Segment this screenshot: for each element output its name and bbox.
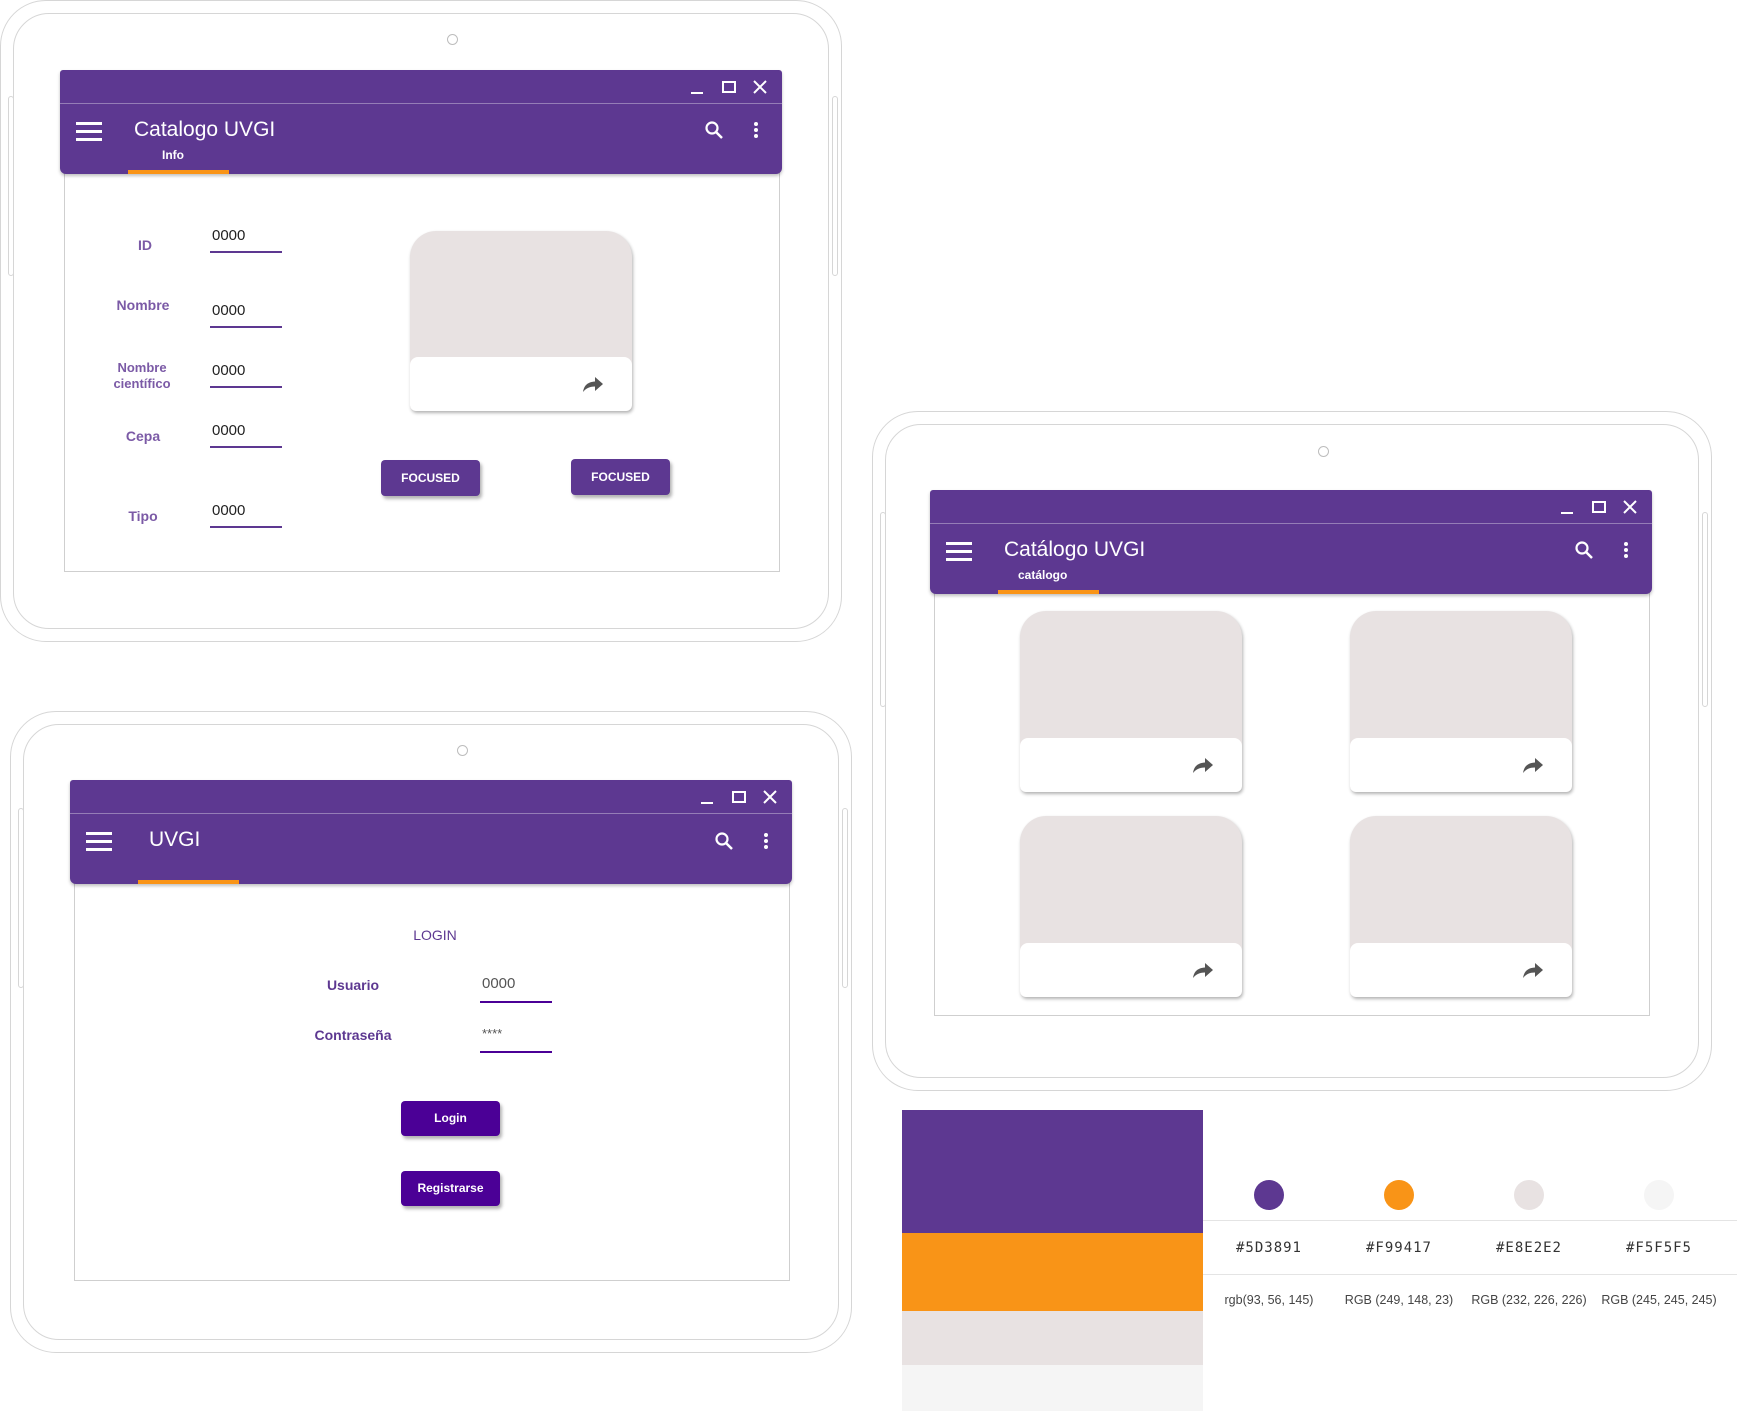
focused-button-1[interactable]: FOCUSED bbox=[381, 460, 480, 496]
maximize-icon[interactable] bbox=[1590, 498, 1608, 516]
register-button[interactable]: Registrarse bbox=[401, 1171, 500, 1206]
card-action-bar bbox=[1020, 943, 1242, 997]
palette-divider bbox=[1203, 1220, 1737, 1221]
search-icon[interactable] bbox=[714, 831, 734, 851]
tablet-side-button bbox=[842, 808, 848, 988]
palette-swatch-orange bbox=[902, 1233, 1203, 1311]
tipo-field[interactable]: 0000 bbox=[210, 502, 282, 528]
contrasena-field[interactable]: **** bbox=[480, 1026, 552, 1053]
close-icon[interactable] bbox=[1621, 498, 1639, 516]
catalog-card-3[interactable] bbox=[1020, 816, 1242, 997]
share-icon[interactable] bbox=[1522, 961, 1544, 979]
hex-code-orange: #F99417 bbox=[1365, 1240, 1432, 1256]
share-icon[interactable] bbox=[1192, 756, 1214, 774]
camera bbox=[457, 745, 468, 756]
tablet-side-button bbox=[8, 96, 14, 276]
title-bar-separator bbox=[930, 523, 1652, 524]
hex-code-gray: #E8E2E2 bbox=[1495, 1240, 1562, 1256]
focused-button-2[interactable]: FOCUSED bbox=[571, 459, 670, 495]
tab-indicator bbox=[998, 590, 1099, 594]
image-card[interactable] bbox=[410, 231, 632, 411]
camera bbox=[1318, 446, 1329, 457]
more-vert-icon[interactable] bbox=[756, 831, 776, 851]
maximize-icon[interactable] bbox=[730, 788, 748, 806]
field-label-cepa: Cepa bbox=[125, 428, 161, 444]
id-field[interactable]: 0000 bbox=[210, 227, 282, 253]
tab-catalogo[interactable]: catálogo bbox=[1018, 568, 1067, 582]
search-icon[interactable] bbox=[1574, 540, 1594, 560]
tablet-side-button bbox=[880, 512, 886, 707]
card-action-bar bbox=[410, 357, 632, 411]
palette-divider bbox=[1203, 1274, 1737, 1275]
field-label-tipo: Tipo bbox=[128, 508, 158, 524]
app-title: Catalogo UVGI bbox=[134, 118, 276, 141]
catalog-card-2[interactable] bbox=[1350, 611, 1572, 792]
app-title: UVGI bbox=[149, 828, 201, 851]
tab-info[interactable]: Info bbox=[162, 148, 184, 162]
app-title: Catálogo UVGI bbox=[1004, 538, 1146, 561]
field-label-nombre: Nombre bbox=[116, 297, 170, 313]
app-bar-login: UVGI bbox=[70, 780, 792, 884]
card-action-bar bbox=[1350, 738, 1572, 792]
catalog-card-1[interactable] bbox=[1020, 611, 1242, 792]
maximize-icon[interactable] bbox=[720, 78, 738, 96]
color-dot-light bbox=[1644, 1180, 1674, 1210]
palette-swatch-purple bbox=[902, 1110, 1203, 1233]
minimize-icon[interactable] bbox=[698, 788, 716, 806]
catalog-card-4[interactable] bbox=[1350, 816, 1572, 997]
title-bar-separator bbox=[70, 813, 792, 814]
rgb-value-gray: RGB (232, 226, 226) bbox=[1471, 1293, 1587, 1307]
card-action-bar bbox=[1350, 943, 1572, 997]
nombre-field[interactable]: 0000 bbox=[210, 302, 282, 328]
close-icon[interactable] bbox=[751, 78, 769, 96]
title-bar-separator bbox=[60, 103, 782, 104]
minimize-icon[interactable] bbox=[1558, 498, 1576, 516]
camera bbox=[447, 34, 458, 45]
tablet-side-button bbox=[18, 808, 24, 988]
usuario-label: Usuario bbox=[326, 977, 380, 993]
tab-indicator bbox=[128, 170, 229, 174]
search-icon[interactable] bbox=[704, 120, 724, 140]
rgb-value-orange: RGB (249, 148, 23) bbox=[1344, 1293, 1454, 1307]
hex-code-purple: #5D3891 bbox=[1235, 1240, 1302, 1256]
share-icon[interactable] bbox=[1192, 961, 1214, 979]
contrasena-label: Contraseña bbox=[314, 1027, 392, 1043]
menu-icon[interactable] bbox=[946, 542, 972, 562]
app-bar-catalog: Catálogo UVGI catálogo bbox=[930, 490, 1652, 594]
field-label-id: ID bbox=[138, 237, 152, 253]
color-dot-orange bbox=[1384, 1180, 1414, 1210]
menu-icon[interactable] bbox=[86, 832, 112, 852]
tab-indicator bbox=[138, 880, 239, 884]
more-vert-icon[interactable] bbox=[1616, 540, 1636, 560]
rgb-value-light: RGB (245, 245, 245) bbox=[1601, 1293, 1717, 1307]
tablet-side-button bbox=[1702, 512, 1708, 707]
app-bar-info: Catalogo UVGI Info bbox=[60, 70, 782, 174]
cepa-field[interactable]: 0000 bbox=[210, 422, 282, 448]
palette-swatch-gray bbox=[902, 1311, 1203, 1365]
usuario-field[interactable]: 0000 bbox=[480, 975, 552, 1003]
share-icon[interactable] bbox=[1522, 756, 1544, 774]
minimize-icon[interactable] bbox=[688, 78, 706, 96]
rgb-value-purple: rgb(93, 56, 145) bbox=[1224, 1293, 1314, 1307]
color-dot-purple bbox=[1254, 1180, 1284, 1210]
tablet-side-button bbox=[832, 96, 838, 276]
field-label-nombre-cientifico: Nombre científico bbox=[113, 360, 171, 391]
card-action-bar bbox=[1020, 738, 1242, 792]
nombre-cientifico-field[interactable]: 0000 bbox=[210, 362, 282, 388]
menu-icon[interactable] bbox=[76, 122, 102, 142]
share-icon[interactable] bbox=[582, 375, 604, 393]
color-dot-gray bbox=[1514, 1180, 1544, 1210]
close-icon[interactable] bbox=[761, 788, 779, 806]
palette-swatch-light bbox=[902, 1365, 1203, 1411]
login-button[interactable]: Login bbox=[401, 1101, 500, 1136]
hex-code-light: #F5F5F5 bbox=[1625, 1240, 1692, 1256]
more-vert-icon[interactable] bbox=[746, 120, 766, 140]
login-heading: LOGIN bbox=[413, 927, 457, 943]
